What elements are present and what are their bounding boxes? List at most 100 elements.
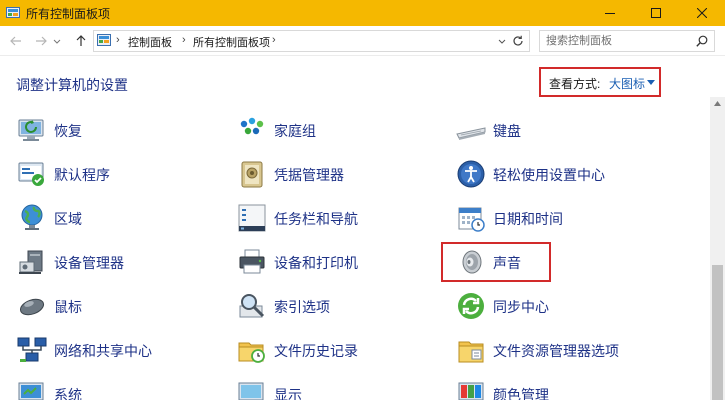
- search-box[interactable]: [539, 30, 715, 52]
- search-icon[interactable]: [696, 35, 708, 47]
- item-indexing-options[interactable]: 索引选项: [236, 288, 436, 324]
- mouse-icon: [19, 298, 45, 316]
- item-label: 设备管理器: [54, 255, 124, 271]
- item-file-history[interactable]: 文件历史记录: [236, 332, 436, 368]
- minimize-icon: [605, 13, 615, 14]
- breadcrumb-separator: ›: [272, 34, 276, 46]
- system-icon: [18, 382, 44, 400]
- view-by-value[interactable]: 大图标: [609, 75, 645, 92]
- item-credential-manager[interactable]: 凭据管理器: [236, 156, 436, 192]
- maximize-icon: [651, 8, 661, 18]
- item-label: 默认程序: [54, 167, 110, 183]
- item-label: 网络和共享中心: [54, 343, 152, 359]
- recent-locations-button[interactable]: [51, 32, 63, 50]
- item-label: 家庭组: [274, 123, 316, 139]
- breadcrumb-all-items[interactable]: 所有控制面板项: [193, 34, 270, 50]
- item-sound[interactable]: 声音: [455, 244, 655, 280]
- item-label: 轻松使用设置中心: [493, 167, 605, 183]
- title-bar: 所有控制面板项: [0, 0, 725, 26]
- refresh-icon[interactable]: [511, 34, 525, 48]
- minimize-button[interactable]: [587, 0, 633, 26]
- navigation-bar: › 控制面板 › 所有控制面板项 ›: [0, 26, 725, 56]
- item-homegroup[interactable]: 家庭组: [236, 112, 436, 148]
- breadcrumb-control-panel[interactable]: 控制面板: [128, 34, 172, 50]
- region-icon: [21, 204, 43, 230]
- item-date-time[interactable]: 日期和时间: [455, 200, 655, 236]
- arrow-left-icon: [10, 36, 21, 46]
- chevron-down-icon: [53, 39, 61, 44]
- arrow-right-icon: [36, 36, 47, 46]
- item-taskbar[interactable]: 任务栏和导航: [236, 200, 436, 236]
- default-programs-icon: [18, 162, 44, 186]
- item-label: 键盘: [493, 123, 521, 139]
- recovery-icon: [18, 119, 44, 141]
- item-device-manager[interactable]: 设备管理器: [16, 244, 216, 280]
- item-region[interactable]: 区域: [16, 200, 216, 236]
- item-label: 同步中心: [493, 299, 549, 315]
- item-keyboard[interactable]: 键盘: [455, 112, 655, 148]
- vertical-scrollbar[interactable]: [710, 97, 725, 400]
- network-icon: [17, 337, 47, 362]
- printer-icon: [239, 249, 265, 274]
- caret-down-icon[interactable]: [647, 80, 655, 85]
- homegroup-icon: [240, 117, 264, 135]
- maximize-button[interactable]: [633, 0, 679, 26]
- scroll-up-icon[interactable]: [714, 101, 721, 106]
- item-folder-options[interactable]: 文件资源管理器选项: [455, 332, 655, 368]
- item-label: 索引选项: [274, 299, 330, 315]
- item-mouse[interactable]: 鼠标: [16, 288, 216, 324]
- file-history-icon: [238, 342, 265, 363]
- color-management-icon: [458, 382, 484, 400]
- back-button[interactable]: [7, 32, 25, 50]
- keyboard-icon: [456, 127, 486, 140]
- breadcrumb-separator: ›: [116, 34, 120, 46]
- display-icon: [238, 382, 264, 400]
- item-color-management[interactable]: 颜色管理: [455, 376, 655, 400]
- item-system[interactable]: 系统: [16, 376, 216, 400]
- control-panel-icon: [97, 34, 111, 46]
- item-ease-of-access[interactable]: 轻松使用设置中心: [455, 156, 655, 192]
- speaker-icon: [462, 250, 482, 274]
- close-button[interactable]: [679, 0, 725, 26]
- item-label: 凭据管理器: [274, 167, 344, 183]
- up-button[interactable]: [72, 32, 90, 50]
- indexing-icon: [239, 294, 265, 318]
- search-input[interactable]: [546, 33, 686, 49]
- item-default-programs[interactable]: 默认程序: [16, 156, 216, 192]
- close-icon: [697, 8, 707, 18]
- page-title: 调整计算机的设置: [16, 77, 128, 93]
- arrow-up-icon: [76, 35, 86, 46]
- view-by-label: 查看方式:: [549, 77, 601, 91]
- device-manager-icon: [19, 250, 43, 274]
- item-label: 显示: [274, 387, 302, 400]
- item-label: 设备和打印机: [274, 255, 358, 271]
- item-devices-printers[interactable]: 设备和打印机: [236, 244, 436, 280]
- control-panel-icon: [6, 7, 20, 18]
- item-recovery[interactable]: 恢复: [16, 112, 216, 148]
- item-label: 系统: [54, 387, 82, 400]
- view-by-selector[interactable]: 查看方式: 大图标: [539, 67, 661, 97]
- chevron-down-icon[interactable]: [497, 35, 507, 47]
- breadcrumb-separator: ›: [182, 34, 186, 46]
- folder-options-icon: [458, 341, 484, 363]
- item-display[interactable]: 显示: [236, 376, 436, 400]
- item-label: 颜色管理: [493, 387, 549, 400]
- address-bar[interactable]: › 控制面板 › 所有控制面板项 ›: [93, 30, 530, 52]
- forward-button[interactable]: [32, 32, 50, 50]
- item-label: 日期和时间: [493, 211, 563, 227]
- item-label: 文件历史记录: [274, 343, 358, 359]
- item-label: 鼠标: [54, 299, 82, 315]
- calendar-icon: [458, 207, 485, 232]
- window-title: 所有控制面板项: [26, 7, 111, 21]
- sync-icon: [458, 293, 484, 319]
- item-sync-center[interactable]: 同步中心: [455, 288, 655, 324]
- item-label: 恢复: [54, 123, 82, 139]
- taskbar-icon: [238, 204, 266, 232]
- item-label: 任务栏和导航: [274, 211, 358, 227]
- item-label: 文件资源管理器选项: [493, 343, 619, 359]
- ease-of-access-icon: [457, 160, 485, 188]
- item-label: 区域: [54, 211, 82, 227]
- item-network-sharing[interactable]: 网络和共享中心: [16, 332, 216, 368]
- scrollbar-thumb[interactable]: [712, 265, 723, 400]
- item-label: 声音: [493, 255, 521, 271]
